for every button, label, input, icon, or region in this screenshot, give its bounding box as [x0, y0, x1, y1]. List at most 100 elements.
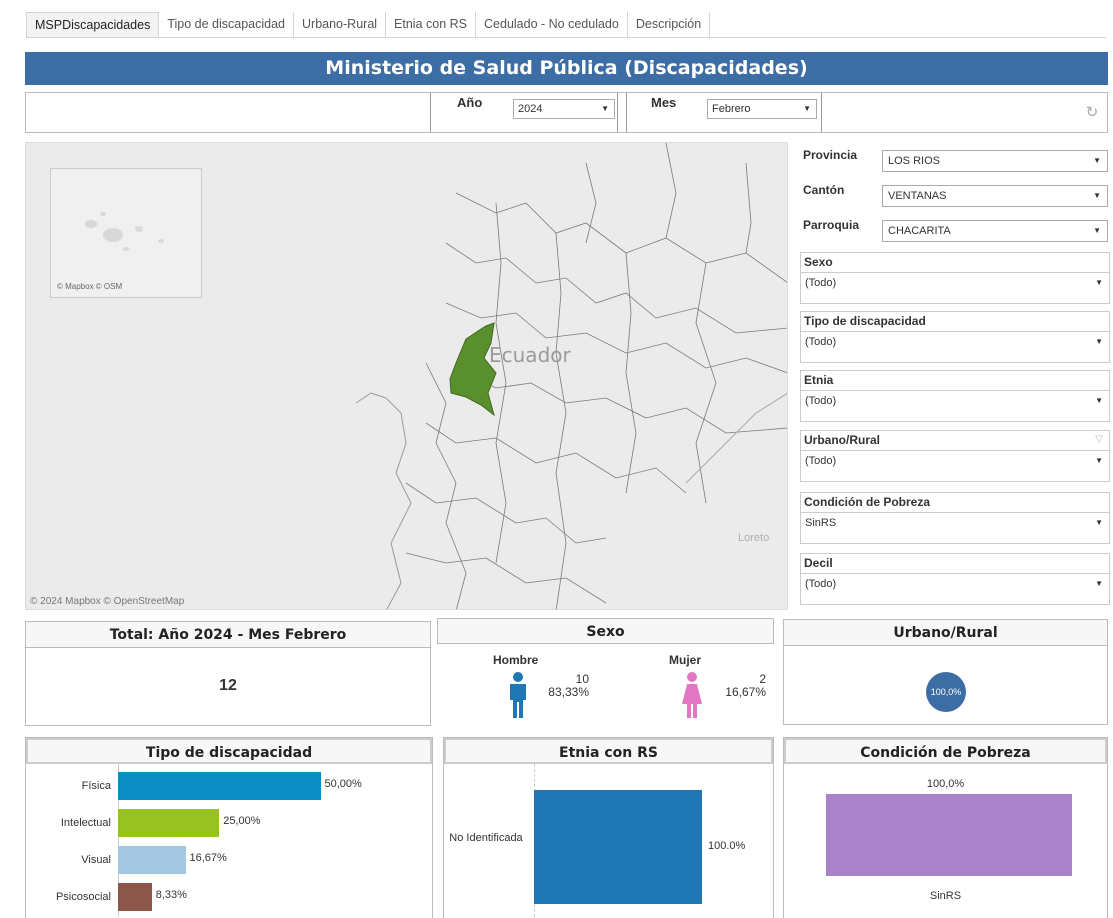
- pobreza-bar-value: 100,0%: [926, 778, 965, 790]
- chevron-down-icon: ▼: [1095, 337, 1103, 346]
- mujer-pct: 16,67%: [725, 685, 766, 699]
- provincia-value: LOS RIOS: [888, 155, 940, 167]
- urbano-filter: Urbano/Rural ▽ (Todo) ▼: [800, 430, 1110, 482]
- etnia-label: Etnia: [804, 373, 834, 387]
- galapagos-islands: [85, 212, 164, 251]
- hombre-pct: 83,33%: [548, 685, 589, 699]
- provincia-select[interactable]: LOS RIOS ▼: [882, 150, 1108, 172]
- parroquia-select[interactable]: CHACARITA ▼: [882, 220, 1108, 242]
- top-filter-bar: Año 2024 ▼ Mes Febrero ▼ ↻: [25, 92, 1108, 133]
- inset-attribution: © Mapbox © OSM: [57, 282, 123, 291]
- tipo-bar[interactable]: [118, 772, 321, 800]
- total-value: 12: [219, 677, 237, 694]
- year-select[interactable]: 2024 ▼: [513, 99, 615, 119]
- pobreza-select[interactable]: SinRS ▼: [801, 512, 1109, 533]
- tab-cedulado[interactable]: Cedulado - No cedulado: [476, 12, 628, 37]
- chevron-down-icon: ▼: [601, 104, 609, 113]
- decil-select[interactable]: (Todo) ▼: [801, 573, 1109, 594]
- decil-filter: Decil (Todo) ▼: [800, 553, 1110, 605]
- tipo-chart-title: Tipo de discapacidad: [26, 738, 432, 764]
- tipo-bar-value: 8,33%: [155, 889, 187, 901]
- parroquia-label: Parroquia: [803, 218, 860, 232]
- month-value: Febrero: [712, 103, 751, 115]
- etnia-chart-area: No Identificada 100.0%: [444, 764, 773, 917]
- urbano-value: (Todo): [805, 455, 837, 467]
- canton-select[interactable]: VENTANAS ▼: [882, 185, 1108, 207]
- sexo-select[interactable]: (Todo) ▼: [801, 272, 1109, 293]
- mujer-label: Mujer: [669, 653, 702, 667]
- refresh-icon[interactable]: ↻: [1083, 103, 1101, 121]
- tipo-value: (Todo): [805, 336, 837, 348]
- month-filter: Mes Febrero ▼: [626, 93, 822, 132]
- tab-descripcion[interactable]: Descripción: [628, 12, 711, 37]
- chevron-down-icon: ▼: [1095, 278, 1103, 287]
- tipo-category-label: Visual: [81, 854, 111, 866]
- pobreza-filter: Condición de Pobreza SinRS ▼: [800, 492, 1110, 544]
- canton-label: Cantón: [803, 183, 845, 197]
- provincia-filter: Provincia LOS RIOS ▼: [800, 146, 1110, 174]
- sexo-value: (Todo): [805, 277, 837, 289]
- pobreza-chart-title: Condición de Pobreza: [784, 738, 1107, 764]
- tipo-bar[interactable]: [118, 846, 186, 874]
- tab-etnia-con-rs[interactable]: Etnia con RS: [386, 12, 477, 37]
- year-value: 2024: [518, 103, 543, 115]
- tipo-category-label: Psicosocial: [55, 891, 111, 903]
- chevron-down-icon: ▼: [1093, 191, 1101, 200]
- chevron-down-icon: ▼: [1095, 456, 1103, 465]
- inset-map: © Mapbox © OSM: [50, 168, 202, 298]
- year-label: Año: [457, 95, 483, 110]
- year-filter: Año 2024 ▼: [430, 93, 618, 132]
- tipo-bar-value: 50,00%: [324, 778, 362, 790]
- provincia-label: Provincia: [803, 148, 858, 162]
- chevron-down-icon: ▼: [803, 104, 811, 113]
- hombre-label: Hombre: [493, 653, 539, 667]
- etnia-bar[interactable]: [534, 790, 702, 904]
- chevron-down-icon: ▼: [1093, 156, 1101, 165]
- tipo-label: Tipo de discapacidad: [804, 314, 926, 328]
- pobreza-chart-card: Condición de Pobreza 100,0% SinRS: [783, 737, 1108, 918]
- urbano-rural-pie[interactable]: 100,0%: [926, 672, 966, 712]
- tipo-chart-card: Tipo de discapacidad Física 50,00% Intelec…: [25, 737, 433, 918]
- urbano-label: Urbano/Rural: [804, 433, 881, 447]
- etnia-value: (Todo): [805, 395, 837, 407]
- canton-filter: Cantón VENTANAS ▼: [800, 181, 1110, 209]
- page-title: Ministerio de Salud Pública (Discapacida…: [25, 52, 1108, 85]
- urbano-rural-title: Urbano/Rural: [784, 620, 1107, 646]
- etnia-chart-card: Etnia con RS No Identificada 100.0%: [443, 737, 774, 918]
- month-label: Mes: [651, 95, 677, 110]
- etnia-category-label: No Identificada: [449, 832, 523, 844]
- pobreza-bar[interactable]: [826, 794, 1072, 876]
- urbano-select[interactable]: (Todo) ▼: [801, 450, 1109, 471]
- highlighted-region: [449, 322, 497, 417]
- urbano-rural-card: Urbano/Rural 100,0%: [783, 619, 1108, 725]
- month-select[interactable]: Febrero ▼: [707, 99, 817, 119]
- total-card: Total: Año 2024 - Mes Febrero 12: [25, 621, 431, 726]
- tab-tipo-discapacidad[interactable]: Tipo de discapacidad: [159, 12, 295, 37]
- map[interactable]: © Mapbox © OSM Ecuador Loreto © 2024 Map…: [25, 142, 788, 610]
- tipo-bar[interactable]: [118, 883, 152, 911]
- etnia-select[interactable]: (Todo) ▼: [801, 390, 1109, 411]
- sexo-title: Sexo: [437, 618, 774, 644]
- female-icon: [682, 672, 702, 718]
- tab-urbano-rural[interactable]: Urbano-Rural: [294, 12, 387, 37]
- filter-funnel-icon[interactable]: ▽: [1095, 434, 1103, 445]
- tipo-select[interactable]: (Todo) ▼: [801, 331, 1109, 352]
- decil-label: Decil: [804, 556, 833, 570]
- tipo-bar[interactable]: [118, 809, 220, 837]
- chevron-down-icon: ▼: [1095, 579, 1103, 588]
- tipo-bar-value: 16,67%: [189, 852, 227, 864]
- tab-bar: MSPDiscapacidades Tipo de discapacidad U…: [26, 12, 1106, 38]
- map-region-label: Loreto: [738, 532, 770, 544]
- parroquia-value: CHACARITA: [888, 225, 951, 237]
- chevron-down-icon: ▼: [1095, 518, 1103, 527]
- tab-mspdiscapacidades[interactable]: MSPDiscapacidades: [26, 12, 160, 37]
- map-attribution[interactable]: © 2024 Mapbox © OpenStreetMap: [30, 596, 184, 607]
- tipo-bar-value: 25,00%: [223, 815, 261, 827]
- sexo-filter: Sexo (Todo) ▼: [800, 252, 1110, 304]
- tipo-chart-area: Física 50,00% Intelectual 25,00% Visual 16,67…: [26, 764, 432, 917]
- chevron-down-icon: ▼: [1095, 396, 1103, 405]
- pobreza-category-label: SinRS: [929, 890, 962, 902]
- pobreza-chart-area: 100,0% SinRS: [784, 764, 1107, 917]
- decil-value: (Todo): [805, 578, 837, 590]
- total-title: Total: Año 2024 - Mes Febrero: [26, 622, 430, 648]
